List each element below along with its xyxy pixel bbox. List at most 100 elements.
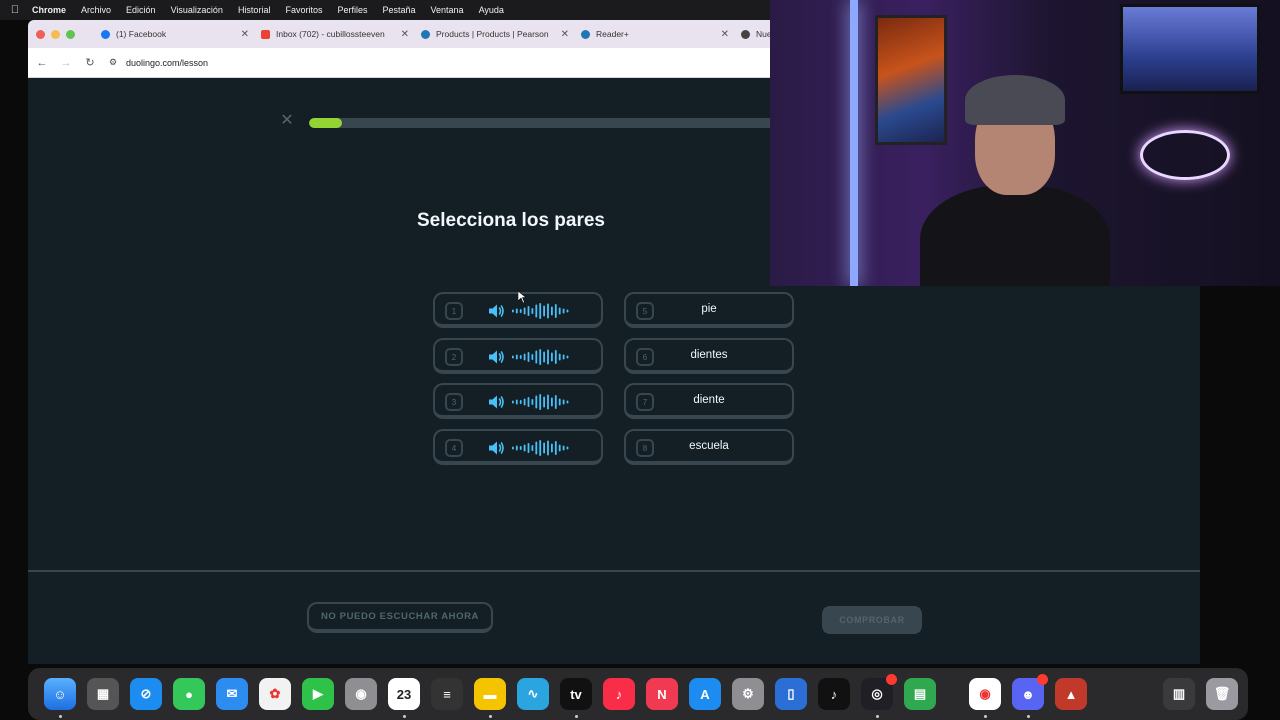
footer-divider (28, 570, 1200, 572)
numbers-icon[interactable]: ▤ (904, 678, 936, 710)
maximize-window-button[interactable] (66, 29, 75, 39)
finder-icon[interactable]: ☺ (44, 678, 76, 710)
audio-card[interactable]: 3 (433, 383, 603, 419)
news-icon[interactable]: N (646, 678, 678, 710)
dock: ☺ ▦ ⊘ ● ✉ ✿ ▶ ◉ 23 ≡ ▬ ∿ tv ♪ N A ⚙ ▯ ♪ … (28, 668, 1248, 720)
check-button[interactable]: COMPROBAR (822, 606, 922, 634)
card-number: 5 (636, 302, 654, 320)
webcam-neon-sign (1140, 130, 1230, 180)
files-icon[interactable]: ▯ (775, 678, 807, 710)
card-number: 4 (445, 439, 463, 457)
close-window-button[interactable] (36, 29, 45, 39)
progress-bar (309, 118, 779, 128)
audio-wave (487, 439, 569, 457)
audio-card[interactable]: 4 (433, 429, 603, 465)
waveform-icon (512, 349, 569, 365)
site-settings-icon[interactable]: ⚙ (106, 57, 120, 68)
tiktok-icon[interactable]: ♪ (818, 678, 850, 710)
tab-title: Reader+ (596, 29, 629, 39)
mouse-cursor-icon (518, 291, 526, 303)
close-icon[interactable]: ✕ (241, 29, 249, 40)
webcam-lion-poster (875, 15, 947, 145)
menu-favoritos[interactable]: Favoritos (285, 5, 322, 15)
audio-card[interactable]: 2 (433, 338, 603, 374)
webcam-tv (1120, 4, 1260, 94)
close-icon[interactable]: ✕ (401, 29, 409, 40)
cant-listen-button[interactable]: NO PUEDO ESCUCHAR AHORA (307, 602, 493, 633)
tab-facebook[interactable]: (1) Facebook ✕ (95, 20, 255, 48)
gmail-icon (261, 29, 270, 39)
word-card[interactable]: 8 escuela (624, 429, 794, 465)
system-settings-icon[interactable]: ⚙ (732, 678, 764, 710)
tab-gmail[interactable]: Inbox (702) - cubillossteeven ✕ (255, 20, 415, 48)
downloads-icon[interactable]: ▥ (1163, 678, 1195, 710)
tab-pearson-products[interactable]: Products | Products | Pearson ✕ (415, 20, 575, 48)
launchpad-icon[interactable]: ▦ (87, 678, 119, 710)
menu-perfiles[interactable]: Perfiles (337, 5, 367, 15)
reminders-icon[interactable]: ≡ (431, 678, 463, 710)
notification-badge-icon (1037, 674, 1048, 685)
tab-title: (1) Facebook (116, 29, 167, 39)
mail-icon[interactable]: ✉ (216, 678, 248, 710)
minimize-window-button[interactable] (51, 29, 60, 39)
webcam-person-cap (965, 75, 1065, 125)
close-lesson-icon[interactable]: ✕ (280, 113, 294, 129)
word-card[interactable]: 7 diente (624, 383, 794, 419)
running-indicator (984, 715, 987, 718)
menu-historial[interactable]: Historial (238, 5, 271, 15)
game-icon[interactable]: ▲ (1055, 678, 1087, 710)
close-icon[interactable]: ✕ (721, 29, 729, 40)
card-number: 1 (445, 302, 463, 320)
forward-icon[interactable]: → (54, 57, 78, 69)
calendar-icon[interactable]: 23 (388, 678, 420, 710)
chrome-icon (741, 29, 750, 39)
tab-title: Products | Products | Pearson (436, 29, 549, 39)
close-icon[interactable]: ✕ (561, 29, 569, 40)
apple-icon[interactable]:  (10, 4, 20, 16)
music-icon[interactable]: ♪ (603, 678, 635, 710)
facetime-icon[interactable]: ▶ (302, 678, 334, 710)
webcam-overlay (770, 0, 1280, 286)
menu-edicion[interactable]: Edición (126, 5, 156, 15)
waveform-icon (512, 303, 569, 319)
pearson-icon (581, 29, 590, 39)
safari-icon[interactable]: ⊘ (130, 678, 162, 710)
back-icon[interactable]: ← (30, 57, 54, 69)
discord-icon[interactable]: ☻ (1012, 674, 1048, 710)
reload-icon[interactable]: ↻ (78, 56, 102, 69)
notes-icon[interactable]: ▬ (474, 678, 506, 710)
pearson-icon (421, 29, 430, 39)
running-indicator (403, 715, 406, 718)
card-number: 6 (636, 348, 654, 366)
freeform-icon[interactable]: ∿ (517, 678, 549, 710)
app-store-icon[interactable]: A (689, 678, 721, 710)
apple-tv-icon[interactable]: tv (560, 678, 592, 710)
menu-archivo[interactable]: Archivo (81, 5, 111, 15)
webcam-led-strip (850, 0, 858, 286)
url-field[interactable]: duolingo.com/lesson (126, 58, 208, 68)
menu-chrome[interactable]: Chrome (32, 5, 66, 15)
menu-visualizacion[interactable]: Visualización (171, 5, 223, 15)
obs-icon[interactable]: ◎ (861, 674, 897, 710)
speaker-icon[interactable] (487, 439, 505, 457)
word-card[interactable]: 6 dientes (624, 338, 794, 374)
menu-pestana[interactable]: Pestaña (382, 5, 415, 15)
menu-ayuda[interactable]: Ayuda (479, 5, 504, 15)
waveform-icon (512, 394, 569, 410)
tab-reader[interactable]: Reader+ ✕ (575, 20, 735, 48)
contacts-icon[interactable]: ◉ (345, 678, 377, 710)
chrome-icon[interactable]: ◉ (969, 678, 1001, 710)
photos-icon[interactable]: ✿ (259, 678, 291, 710)
menu-ventana[interactable]: Ventana (431, 5, 464, 15)
running-indicator (59, 715, 62, 718)
speaker-icon[interactable] (487, 348, 505, 366)
word-card[interactable]: 5 pie (624, 292, 794, 328)
messages-icon[interactable]: ● (173, 678, 205, 710)
running-indicator (489, 715, 492, 718)
speaker-icon[interactable] (487, 302, 505, 320)
card-number: 3 (445, 393, 463, 411)
running-indicator (575, 715, 578, 718)
waveform-icon (512, 440, 569, 456)
trash-icon[interactable]: 🗑 (1206, 678, 1238, 710)
speaker-icon[interactable] (487, 393, 505, 411)
